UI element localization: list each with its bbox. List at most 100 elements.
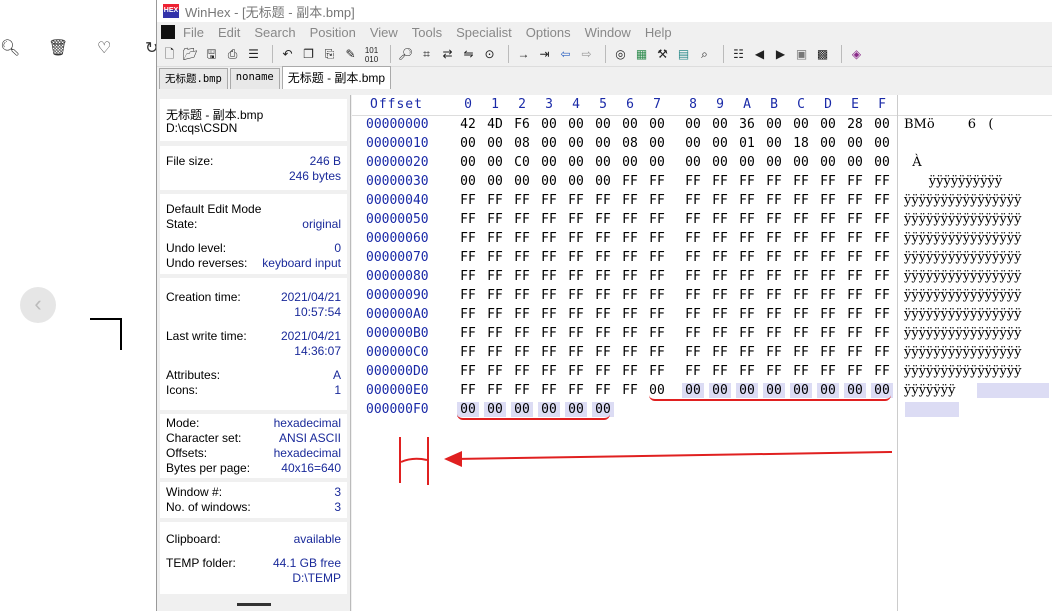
menu-edit[interactable]: Edit	[218, 25, 240, 40]
menu-help[interactable]: Help	[645, 25, 672, 40]
charset-row: Character set: ANSI ASCII	[166, 431, 341, 446]
undo-level-label: Undo level:	[166, 241, 227, 255]
search-icon[interactable]: ⌕	[696, 46, 713, 63]
replace-hex-icon[interactable]: ⇋	[460, 46, 477, 63]
last-write-date: 2021/04/21	[280, 329, 341, 343]
window-number-label: Window #:	[166, 485, 223, 499]
menu-position[interactable]: Position	[310, 25, 356, 40]
find-icon[interactable]: 🔎︎	[397, 46, 414, 63]
paste-icon[interactable]: ⎘	[321, 46, 338, 63]
menu-search[interactable]: Search	[254, 25, 295, 40]
toolbar-separator	[723, 45, 724, 63]
creation-time-row: 10:57:54	[166, 305, 341, 320]
clipboard-label: Clipboard:	[166, 532, 221, 546]
open-icon[interactable]: 📂︎	[182, 46, 199, 63]
undo-level-row: Undo level: 0	[166, 241, 341, 256]
goto-sector-icon[interactable]: ⇥	[536, 46, 553, 63]
mode-row: Mode: hexadecimal	[166, 416, 341, 431]
last-write-time-row: 14:36:07	[166, 344, 341, 359]
tab-noname[interactable]: noname	[229, 68, 280, 89]
goto-offset-icon[interactable]: →	[515, 46, 532, 63]
temp-folder-label: TEMP folder:	[166, 556, 236, 570]
image-corner	[90, 318, 122, 350]
heart-icon[interactable]: ♡	[97, 38, 111, 58]
menu-specialist[interactable]: Specialist	[456, 25, 512, 40]
clipboard-value: available	[293, 532, 341, 546]
attributes-label: Attributes:	[166, 368, 221, 382]
menu-bar: File Edit Search Position View Tools Spe…	[157, 22, 1052, 42]
background-viewer: 🔍︎ 🗑︎ ♡ ↻ ‹	[0, 0, 158, 611]
replace-icon[interactable]: ⇄	[439, 46, 456, 63]
copy-icon[interactable]: ❐	[300, 46, 317, 63]
zoom-in-icon[interactable]: 🔍︎	[0, 38, 20, 58]
hash-icon[interactable]: ☷	[730, 46, 747, 63]
clipboard-row: Clipboard: available	[166, 532, 341, 547]
write-icon[interactable]: ✎	[342, 46, 359, 63]
annotation-arrow	[444, 451, 893, 467]
offsets-label: Offsets:	[166, 446, 208, 460]
binary-icon[interactable]: 101 010	[363, 46, 380, 64]
camera-icon[interactable]: ▣	[793, 46, 810, 63]
window-number-row: Window #: 3	[166, 485, 341, 500]
bytes-per-page-label: Bytes per page:	[166, 461, 251, 475]
back-icon[interactable]: ⇦	[557, 46, 574, 63]
forward-icon[interactable]: ⇨	[578, 46, 595, 63]
toolbar-separator	[605, 45, 606, 63]
charset-value: ANSI ASCII	[278, 431, 341, 445]
previous-image-button[interactable]: ‹	[20, 287, 56, 323]
menu-window[interactable]: Window	[585, 25, 631, 40]
state-label: State:	[166, 217, 198, 231]
tab-untitled-bmp[interactable]: 无标题.bmp	[159, 68, 228, 89]
file-size-row: File size: 246 B	[166, 154, 341, 169]
num-windows-value: 3	[334, 500, 341, 514]
creation-row: Creation time: 2021/04/21	[166, 290, 341, 305]
viewer-toolbar	[0, 0, 156, 36]
find-next-icon[interactable]: ⊙	[481, 46, 498, 63]
calculator-icon[interactable]: ▤	[675, 46, 692, 63]
creation-label: Creation time:	[166, 290, 241, 304]
attributes-row: Attributes: A	[166, 368, 341, 383]
next-icon[interactable]: ▶	[772, 46, 789, 63]
toolbar: 🗋 📂︎ 🖫 ⎙ ☰ ↶ ❐ ⎘ ✎ 101 010 🔎︎ ⌗ ⇄ ⇋ ⊙ → ⇥…	[157, 42, 1052, 67]
menu-options[interactable]: Options	[526, 25, 571, 40]
annotation-layer	[399, 437, 893, 485]
file-size-bytes: 246 bytes	[288, 169, 341, 183]
view-mode-box: Mode: hexadecimal Character set: ANSI AS…	[160, 414, 347, 478]
disk-icon[interactable]: ◎	[612, 46, 629, 63]
properties-icon[interactable]: ☰	[245, 46, 262, 63]
print-icon[interactable]: ⎙	[224, 46, 241, 63]
window-number-value: 3	[334, 485, 341, 499]
hex-editor-view[interactable]: Offset 0123456789ABCDEF 00000000 42 4D F6 00…	[352, 95, 1052, 611]
tools-icon[interactable]: ⚒	[654, 46, 671, 63]
mode-label: Mode:	[166, 416, 200, 430]
edit-mode: Default Edit Mode	[166, 202, 262, 216]
temp-free: 44.1 GB free	[272, 556, 341, 570]
temp-path-row: D:\TEMP	[166, 571, 341, 586]
save-icon[interactable]: 🖫	[203, 46, 220, 63]
toolbar-separator	[390, 45, 391, 63]
undo-icon[interactable]: ↶	[279, 46, 296, 63]
book-icon[interactable]: ◈	[848, 46, 865, 63]
find-hex-icon[interactable]: ⌗	[418, 46, 435, 63]
prev-icon[interactable]: ◀	[751, 46, 768, 63]
bytes-per-page-value: 40x16=640	[281, 461, 341, 475]
last-write-label: Last write time:	[166, 329, 247, 343]
undo-reverses-value: keyboard input	[262, 256, 341, 270]
timestamps-box: Creation time: 2021/04/21 10:57:54 Last …	[160, 278, 347, 410]
windows-box: Window #: 3 No. of windows: 3	[160, 482, 347, 518]
ram-icon[interactable]: ▦	[633, 46, 650, 63]
file-icon[interactable]	[161, 25, 175, 39]
creation-time: 10:57:54	[294, 305, 341, 319]
num-windows-label: No. of windows:	[166, 500, 251, 514]
grid-icon[interactable]: ▩	[814, 46, 831, 63]
menu-view[interactable]: View	[370, 25, 398, 40]
menu-tools[interactable]: Tools	[412, 25, 442, 40]
trash-icon[interactable]: 🗑︎	[48, 38, 68, 58]
file-size-bytes-row: 246 bytes	[166, 169, 341, 184]
tab-untitled-copy-bmp[interactable]: 无标题 - 副本.bmp	[281, 66, 392, 89]
panel-scroll-indicator	[237, 603, 271, 606]
menu-file[interactable]: File	[183, 25, 204, 40]
icons-value: 1	[334, 383, 341, 397]
new-file-icon[interactable]: 🗋	[161, 46, 178, 63]
offsets-value: hexadecimal	[273, 446, 341, 460]
